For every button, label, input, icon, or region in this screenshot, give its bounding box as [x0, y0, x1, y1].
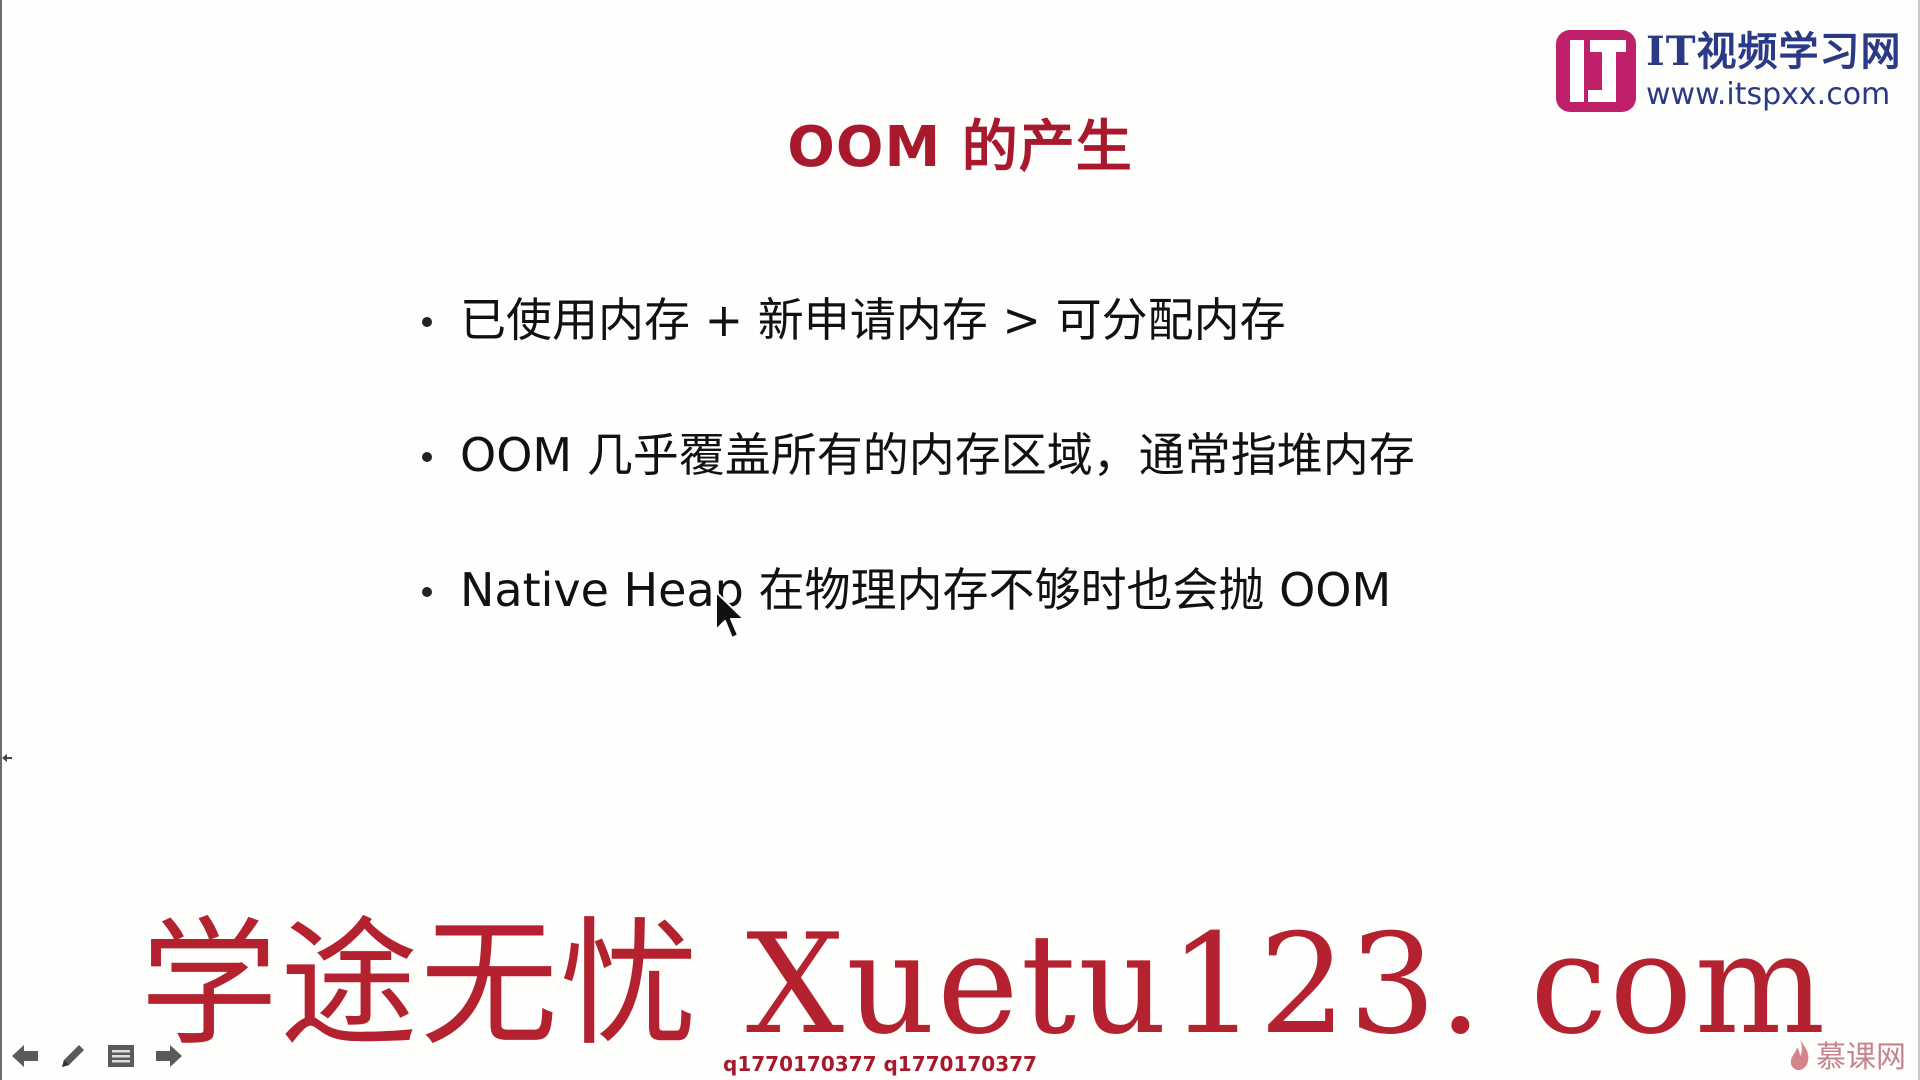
watermark-text: 学途无忧 Xuetu123. com	[140, 904, 1828, 1065]
site-logo: IT视频学习网 www.itspxx.com	[1556, 26, 1911, 116]
watermark-qq: q1770170377 q1770170377	[723, 1052, 1037, 1076]
previous-slide-button[interactable]	[8, 1039, 42, 1073]
pen-tool-button[interactable]	[56, 1039, 90, 1073]
mouse-cursor-icon	[715, 591, 745, 639]
arrow-right-icon	[156, 1045, 182, 1067]
flame-icon	[1790, 1039, 1809, 1070]
bullet-dot-icon	[422, 317, 432, 327]
slide-menu-button[interactable]	[104, 1039, 138, 1073]
menu-icon	[108, 1045, 134, 1067]
bullet-text: Native Heap 在物理内存不够时也会抛 OOM	[460, 563, 1392, 617]
logo-title: IT视频学习网	[1646, 28, 1902, 75]
logo-url: www.itspxx.com	[1646, 77, 1891, 112]
bullet-text: OOM 几乎覆盖所有的内存区域，通常指堆内存	[460, 428, 1415, 482]
slide-title: OOM 的产生	[787, 115, 1133, 180]
next-slide-button[interactable]	[152, 1039, 186, 1073]
bullet-item: 已使用内存 + 新申请内存 > 可分配内存	[422, 290, 1622, 425]
bullet-text: 已使用内存 + 新申请内存 > 可分配内存	[460, 293, 1286, 347]
bullet-list: 已使用内存 + 新申请内存 > 可分配内存 OOM 几乎覆盖所有的内存区域，通常…	[422, 290, 1622, 695]
pen-icon	[62, 1045, 84, 1067]
brand-text: 慕课网	[1816, 1040, 1906, 1075]
slide-stage: IT视频学习网 www.itspxx.com OOM 的产生 已使用内存 + 新…	[0, 0, 1920, 1080]
bullet-dot-icon	[422, 587, 432, 597]
bullet-dot-icon	[422, 452, 432, 462]
bullet-item: Native Heap 在物理内存不够时也会抛 OOM	[422, 560, 1622, 695]
bullet-item: OOM 几乎覆盖所有的内存区域，通常指堆内存	[422, 425, 1622, 560]
resize-arrow-icon[interactable]	[2, 752, 12, 764]
imooc-brand: 慕课网	[1788, 1032, 1906, 1076]
it-logo-icon	[1556, 30, 1636, 112]
slideshow-toolbar	[8, 1038, 186, 1074]
arrow-left-icon	[12, 1045, 38, 1067]
